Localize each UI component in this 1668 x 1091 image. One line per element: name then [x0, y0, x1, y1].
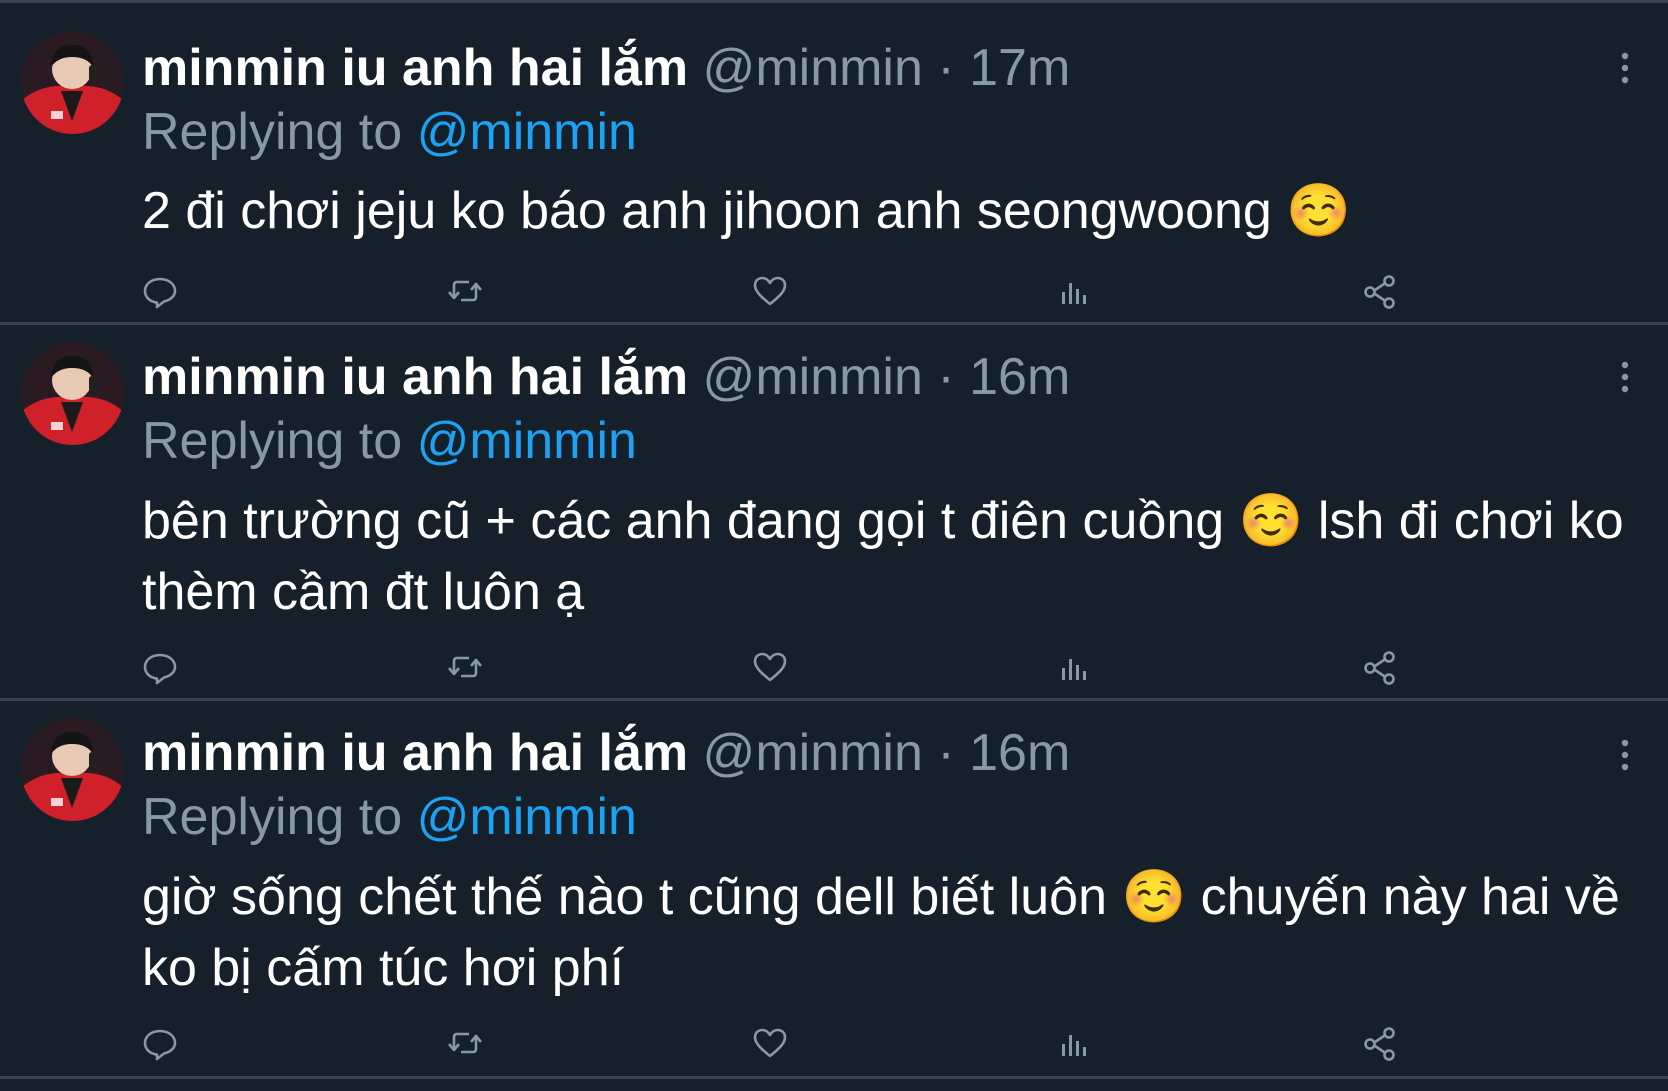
bar-chart-icon [1062, 1035, 1086, 1056]
more-options-button[interactable] [1615, 737, 1635, 773]
replying-to-label: Replying to [142, 412, 403, 470]
action-bar [140, 647, 1420, 687]
replying-to-label: Replying to [142, 103, 403, 161]
tweet[interactable]: minmin iu anh hai lắm @minmin · 16m Repl… [0, 701, 1668, 1079]
mention-link[interactable]: @minmin [417, 412, 637, 470]
separator-dot: · [937, 348, 955, 406]
display-name[interactable]: minmin iu anh hai lắm [142, 724, 688, 782]
like-button[interactable] [750, 1023, 790, 1063]
vertical-ellipsis-icon [1621, 52, 1629, 84]
analytics-button[interactable] [1055, 271, 1095, 311]
user-handle[interactable]: @minmin [703, 39, 923, 97]
reply-button[interactable] [140, 1023, 180, 1063]
retweet-button[interactable] [445, 1023, 485, 1063]
retweet-arrows-icon [448, 280, 482, 302]
retweet-button[interactable] [445, 271, 485, 311]
share-nodes-icon [1364, 1027, 1395, 1061]
reply-button[interactable] [140, 271, 180, 311]
separator-dot: · [937, 724, 955, 782]
bar-chart-icon [1062, 659, 1086, 680]
comment-bubble-icon [143, 653, 177, 685]
tweet[interactable]: minmin iu anh hai lắm @minmin · 16m Repl… [0, 325, 1668, 701]
share-button[interactable] [1360, 1023, 1400, 1063]
heart-icon [753, 1028, 787, 1058]
retweet-arrows-icon [448, 1032, 482, 1054]
vertical-ellipsis-icon [1621, 361, 1629, 393]
timestamp[interactable]: 16m [969, 348, 1070, 406]
replying-to-line: Replying to @minmin [142, 411, 637, 471]
tweet-text: bên trường cũ + các anh đang gọi t điên … [142, 492, 1639, 621]
retweet-arrows-icon [448, 656, 482, 678]
comment-bubble-icon [143, 277, 177, 309]
action-bar [140, 1023, 1420, 1063]
action-bar [140, 271, 1420, 311]
more-options-button[interactable] [1615, 50, 1635, 86]
display-name[interactable]: minmin iu anh hai lắm [142, 348, 688, 406]
retweet-button[interactable] [445, 647, 485, 687]
display-name[interactable]: minmin iu anh hai lắm [142, 39, 688, 97]
avatar[interactable] [21, 718, 124, 821]
like-button[interactable] [750, 647, 790, 687]
tweet-feed: minmin iu anh hai lắm @minmin · 17m Repl… [0, 0, 1668, 1091]
more-options-button[interactable] [1615, 359, 1635, 395]
tweet-text: 2 đi chơi jeju ko báo anh jihoon anh seo… [142, 182, 1352, 240]
tweet-text: giờ sống chết thế nào t cũng dell biết l… [142, 868, 1635, 997]
replying-to-line: Replying to @minmin [142, 787, 637, 847]
avatar-image [21, 718, 124, 821]
replying-to-label: Replying to [142, 788, 403, 846]
avatar-image [21, 342, 124, 445]
vertical-ellipsis-icon [1621, 739, 1629, 771]
separator-dot: · [937, 39, 955, 97]
avatar-image [21, 31, 124, 134]
user-handle[interactable]: @minmin [703, 348, 923, 406]
analytics-button[interactable] [1055, 1023, 1095, 1063]
heart-icon [753, 652, 787, 682]
mention-link[interactable]: @minmin [417, 103, 637, 161]
tweet-header: minmin iu anh hai lắm @minmin · 16m [142, 347, 1070, 407]
bar-chart-icon [1062, 283, 1086, 304]
mention-link[interactable]: @minmin [417, 788, 637, 846]
comment-bubble-icon [143, 1029, 177, 1061]
avatar[interactable] [21, 31, 124, 134]
tweet-header: minmin iu anh hai lắm @minmin · 17m [142, 38, 1070, 98]
tweet-header: minmin iu anh hai lắm @minmin · 16m [142, 723, 1070, 783]
share-button[interactable] [1360, 647, 1400, 687]
share-nodes-icon [1364, 275, 1395, 309]
reply-button[interactable] [140, 647, 180, 687]
timestamp[interactable]: 17m [969, 39, 1070, 97]
like-button[interactable] [750, 271, 790, 311]
analytics-button[interactable] [1055, 647, 1095, 687]
avatar[interactable] [21, 342, 124, 445]
replying-to-line: Replying to @minmin [142, 102, 637, 162]
timestamp[interactable]: 16m [969, 724, 1070, 782]
tweet[interactable]: minmin iu anh hai lắm @minmin · 17m Repl… [0, 3, 1668, 325]
share-nodes-icon [1364, 651, 1395, 685]
share-button[interactable] [1360, 271, 1400, 311]
user-handle[interactable]: @minmin [703, 724, 923, 782]
heart-icon [753, 276, 787, 306]
